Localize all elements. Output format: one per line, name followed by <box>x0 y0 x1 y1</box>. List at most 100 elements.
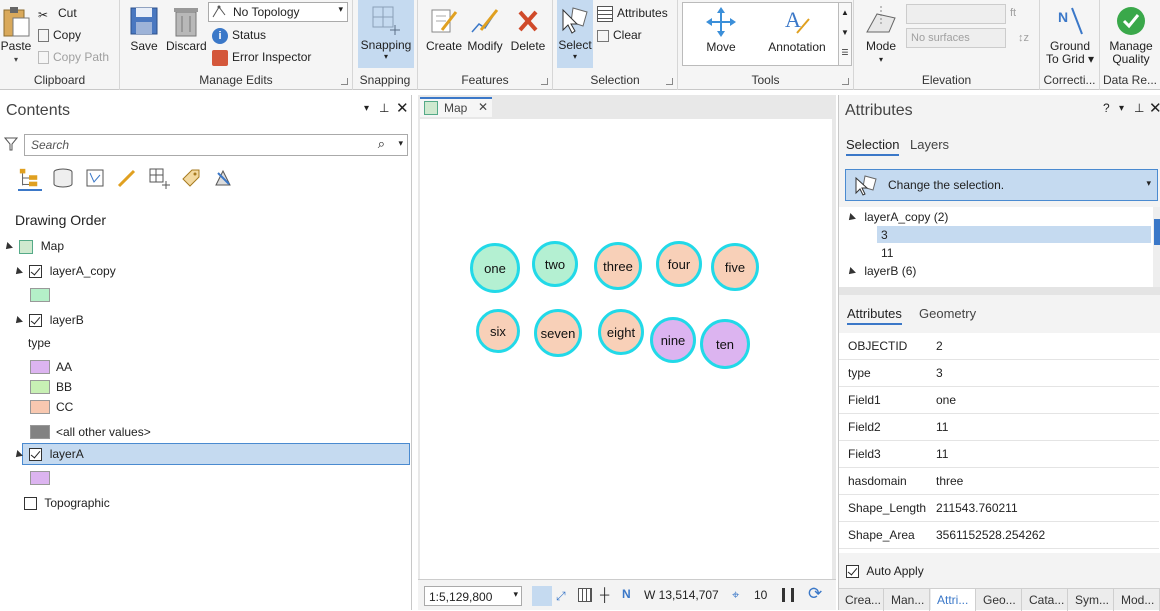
status-button[interactable]: i Status <box>212 26 266 44</box>
map-feature[interactable]: ten <box>700 319 750 369</box>
tab-geometry[interactable]: Geometry <box>919 306 976 321</box>
filter-icon[interactable] <box>3 137 19 151</box>
attribute-row[interactable]: Shape_Length 211543.760211 <box>839 495 1159 522</box>
map-feature[interactable]: three <box>594 242 642 290</box>
cut-button[interactable]: ✂ Cut <box>38 4 77 22</box>
layer-visibility-checkbox[interactable] <box>29 265 43 279</box>
selection-tree-layer[interactable]: layerA_copy (2) <box>846 207 948 227</box>
selection-launcher-icon[interactable] <box>666 78 673 85</box>
tab-map[interactable]: Map ✕ <box>420 97 492 117</box>
modify-button[interactable]: Modify <box>465 2 505 53</box>
selection-view-icon[interactable] <box>84 167 106 189</box>
grid-icon[interactable] <box>578 588 592 602</box>
discard-button[interactable]: Discard <box>166 2 207 53</box>
expand-arrow-icon[interactable] <box>846 266 856 277</box>
scale-dropdown[interactable]: 1:5,129,800 ▾ <box>424 586 522 606</box>
attribute-row[interactable]: OBJECTID 2 <box>839 333 1159 360</box>
bottom-tab[interactable]: Mod... <box>1115 589 1160 611</box>
search-icon[interactable]: ⌕ <box>378 136 385 152</box>
bottom-tab[interactable]: Man... <box>885 589 930 611</box>
pin-icon[interactable]: ⊥ <box>379 101 389 115</box>
tab-selection[interactable]: Selection <box>846 137 900 156</box>
delete-button[interactable]: Delete <box>508 2 548 53</box>
auto-apply-checkbox[interactable] <box>846 565 859 579</box>
splitter[interactable] <box>839 287 1160 295</box>
field-value[interactable]: one <box>936 387 956 414</box>
expand-arrow-icon[interactable] <box>13 449 23 460</box>
clear-button[interactable]: Clear <box>597 26 642 44</box>
expand-arrow-icon[interactable] <box>13 266 23 277</box>
snapping-button[interactable]: Snapping ▾ <box>358 0 414 68</box>
selection-tree-feature[interactable]: 11 <box>881 243 893 263</box>
bottom-tab[interactable]: Geo... <box>977 589 1022 611</box>
manage-edits-launcher-icon[interactable] <box>341 78 348 85</box>
bottom-tab[interactable]: Attri... <box>931 589 976 611</box>
north-arrow-icon[interactable]: N <box>622 587 631 601</box>
close-icon[interactable]: ✕ <box>396 99 409 117</box>
field-value[interactable]: 2 <box>936 333 943 360</box>
move-button[interactable]: Move <box>693 3 749 54</box>
legend-swatch[interactable] <box>30 425 50 439</box>
selected-features-icon[interactable]: ⌖ <box>732 587 739 603</box>
tree-item-layerA[interactable]: layerA <box>13 444 84 464</box>
paste-button[interactable]: Paste ▾ <box>0 2 32 66</box>
editing-view-icon[interactable] <box>116 167 138 189</box>
expand-arrow-icon[interactable] <box>846 212 856 223</box>
tab-attributes[interactable]: Attributes <box>847 306 902 325</box>
map-feature[interactable]: seven <box>534 309 582 357</box>
fixed-zoom-icon[interactable] <box>532 586 552 606</box>
copy-button[interactable]: Copy <box>38 26 81 44</box>
pane-menu-chevron-icon[interactable]: ▾ <box>364 103 369 114</box>
selection-tree-feature-selected[interactable] <box>877 226 1151 243</box>
copy-path-button[interactable]: Copy Path <box>38 48 109 66</box>
map-feature[interactable]: six <box>476 309 520 353</box>
close-tab-icon[interactable]: ✕ <box>478 100 488 114</box>
map-feature[interactable]: four <box>656 241 702 287</box>
field-value[interactable]: 211543.760211 <box>936 495 1018 522</box>
annotation-button[interactable]: A Annotation <box>765 3 829 54</box>
attribute-row[interactable]: Field1 one <box>839 387 1159 414</box>
topology-dropdown[interactable]: No Topology ▾ <box>208 2 348 22</box>
legend-swatch[interactable] <box>30 380 50 394</box>
legend-swatch[interactable] <box>30 360 50 374</box>
tree-item-layerB[interactable]: layerB <box>13 310 84 330</box>
labeling-view-icon[interactable] <box>180 167 202 189</box>
map-feature[interactable]: eight <box>598 309 644 355</box>
bottom-tab[interactable]: Crea... <box>839 589 884 611</box>
map-feature[interactable]: five <box>711 243 759 291</box>
map-canvas[interactable]: one two three four five six seven eight nine ten <box>420 119 832 579</box>
crosshair-icon[interactable]: ┼ <box>600 587 609 602</box>
tools-gallery-scroll[interactable]: ▲ ▼ ☰ <box>838 2 852 66</box>
search-options-chevron-icon[interactable]: ▾ <box>398 138 403 149</box>
create-button[interactable]: Create <box>424 2 464 53</box>
tree-item-layerA-copy[interactable]: layerA_copy <box>13 261 116 281</box>
field-value[interactable]: 11 <box>936 414 948 441</box>
expand-arrow-icon[interactable] <box>13 315 23 326</box>
field-value[interactable]: 3 <box>936 360 943 387</box>
manage-quality-button[interactable]: Manage Quality <box>1104 2 1158 66</box>
legend-swatch[interactable] <box>30 400 50 414</box>
pause-drawing-icon[interactable] <box>782 588 794 602</box>
perspective-imagery-view-icon[interactable] <box>212 167 234 189</box>
bottom-tab[interactable]: Sym... <box>1069 589 1114 611</box>
surfaces-dropdown[interactable]: No surfaces <box>906 28 1006 48</box>
tab-layers[interactable]: Layers <box>910 137 949 152</box>
selection-tree-scrollbar[interactable] <box>1153 207 1160 287</box>
drawing-order-view-icon[interactable] <box>18 167 42 191</box>
mode-button[interactable]: Mode ▾ <box>860 2 902 66</box>
selection-tree-feature[interactable]: 3 <box>881 225 888 245</box>
data-source-view-icon[interactable] <box>52 167 74 189</box>
map-feature[interactable]: nine <box>650 317 696 363</box>
attribute-row[interactable]: hasdomain three <box>839 468 1159 495</box>
map-feature[interactable]: two <box>532 241 578 287</box>
layerA-symbol[interactable] <box>30 471 50 485</box>
scrollbar-thumb[interactable] <box>1154 219 1160 245</box>
help-icon[interactable]: ? <box>1103 101 1110 115</box>
bottom-tab[interactable]: Cata... <box>1023 589 1068 611</box>
attribute-row[interactable]: Shape_Area 3561152528.254262 <box>839 522 1159 549</box>
elevation-value-input[interactable] <box>906 4 1006 24</box>
select-button[interactable]: Select ▾ <box>557 0 593 68</box>
selection-tree-layer[interactable]: layerB (6) <box>846 261 916 281</box>
tools-launcher-icon[interactable] <box>842 78 849 85</box>
layer-visibility-checkbox[interactable] <box>29 314 43 328</box>
